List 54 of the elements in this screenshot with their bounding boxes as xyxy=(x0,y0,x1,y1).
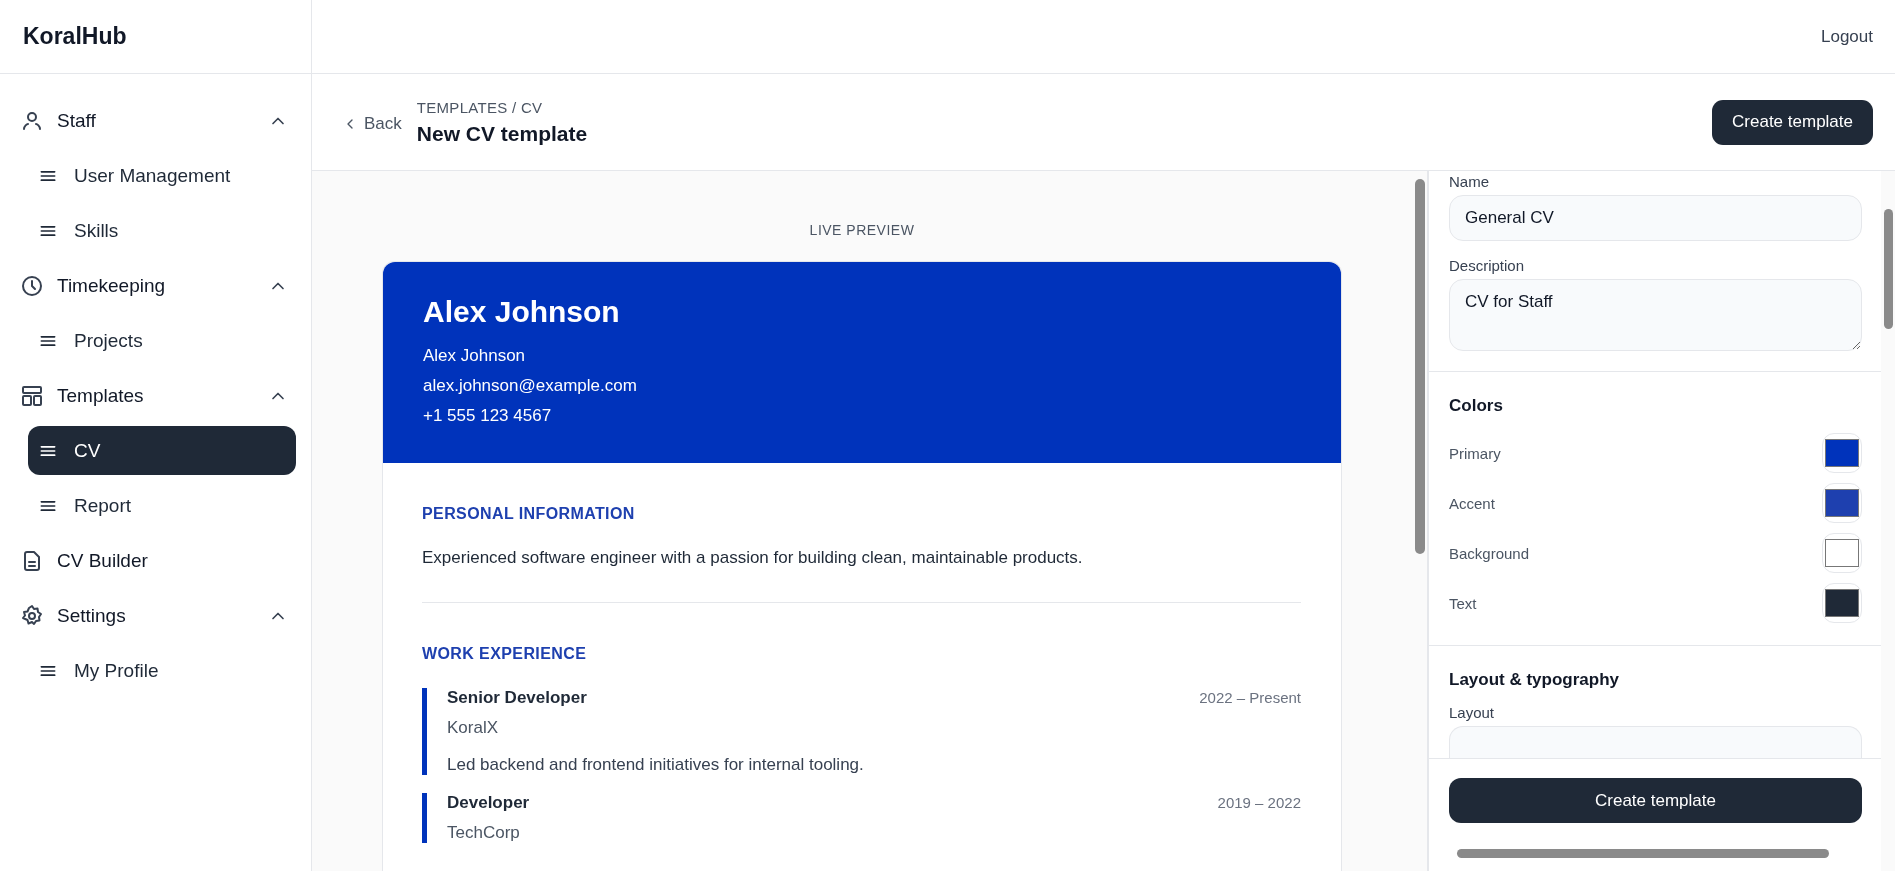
color-picker[interactable] xyxy=(1822,533,1862,573)
nav-group[interactable]: Templates xyxy=(18,371,296,420)
contact-line: alex.johnson@example.com xyxy=(423,375,637,397)
job-title: Developer xyxy=(447,793,530,813)
back-button[interactable]: Back xyxy=(342,114,402,134)
nav-item[interactable]: CV Builder xyxy=(18,536,296,585)
field-label: Layout xyxy=(1449,704,1495,721)
name-input[interactable]: General CV xyxy=(1449,195,1862,241)
section-title: WORK EXPERIENCE xyxy=(422,645,587,663)
field-label: Description xyxy=(1449,257,1525,274)
color-label: Primary xyxy=(1449,444,1501,462)
nav-item[interactable]: Projects xyxy=(28,316,296,365)
create-template-button[interactable]: Create template xyxy=(1449,778,1862,823)
summary-text: Experienced software engineer with a passion for building clean, maintainable products. xyxy=(422,548,1083,568)
color-label: Accent xyxy=(1449,494,1495,512)
create-template-button[interactable]: Create template xyxy=(1712,99,1873,145)
job-title: Senior Developer xyxy=(447,688,587,708)
nav-group[interactable]: Settings xyxy=(18,591,296,640)
color-label: Background xyxy=(1449,544,1530,562)
settings-icon xyxy=(20,603,44,628)
nav-item[interactable]: User Management xyxy=(28,151,296,200)
preview-label: LIVE PREVIEW xyxy=(809,222,915,238)
app-logo[interactable]: KoralHub xyxy=(0,0,311,74)
nav-group[interactable]: Timekeeping xyxy=(18,261,296,310)
company-name: KoralX xyxy=(447,718,499,738)
breadcrumb: TEMPLATES / CV xyxy=(416,98,543,116)
company-name: TechCorp xyxy=(447,823,520,843)
nav-item[interactable]: Report xyxy=(28,481,296,530)
scrollbar-thumb[interactable] xyxy=(1883,209,1893,329)
logout-link[interactable]: Logout xyxy=(1821,26,1873,47)
section-heading: Colors xyxy=(1449,396,1503,416)
nav-item[interactable]: My Profile xyxy=(28,646,296,695)
job-period: 2019 – 2022 xyxy=(1217,794,1301,811)
scrollbar-thumb[interactable] xyxy=(1457,848,1829,858)
scrollbar-thumb[interactable] xyxy=(1414,179,1425,554)
nav-item[interactable]: Skills xyxy=(28,206,296,255)
cv-name: Alex Johnson xyxy=(423,295,620,329)
clock-icon xyxy=(20,273,44,298)
layout-icon xyxy=(20,383,44,408)
section-title: PERSONAL INFORMATION xyxy=(422,505,635,523)
color-picker[interactable] xyxy=(1822,483,1862,523)
field-label: Name xyxy=(1449,173,1489,190)
contact-line: +1 555 123 4567 xyxy=(423,405,552,427)
contact-line: Alex Johnson xyxy=(423,345,526,367)
color-picker[interactable] xyxy=(1822,433,1862,473)
job-period: 2022 – Present xyxy=(1199,689,1301,706)
nav-group[interactable]: Staff xyxy=(18,96,296,145)
color-label: Text xyxy=(1449,594,1477,612)
section-heading: Layout & typography xyxy=(1449,670,1619,690)
nav-item[interactable]: CV xyxy=(28,426,296,475)
description-textarea[interactable]: CV for Staff xyxy=(1449,279,1862,351)
job-description: Led backend and frontend initiatives for internal tooling. xyxy=(447,755,864,775)
page-title: New CV template xyxy=(416,121,588,146)
color-picker[interactable] xyxy=(1822,583,1862,623)
